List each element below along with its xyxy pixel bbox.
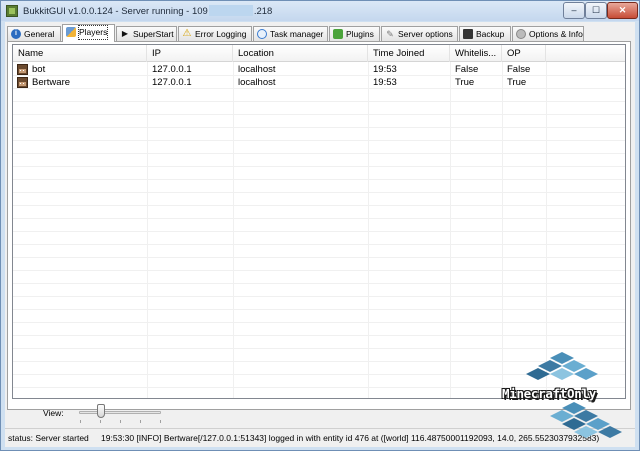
title-bar[interactable]: BukkitGUI v1.0.0.124 - Server running - … xyxy=(1,1,639,21)
redacted-ip-block xyxy=(208,5,253,16)
column-header-op[interactable]: OP xyxy=(502,45,546,62)
warning-icon: ⚠ xyxy=(182,28,192,39)
row-gridline xyxy=(13,231,625,232)
row-gridline xyxy=(13,153,625,154)
tab-strip: i General Players ▶ SuperStart ⚠ Error L… xyxy=(7,24,633,42)
column-header-ip[interactable]: IP xyxy=(147,45,233,62)
row-gridline xyxy=(13,140,625,141)
tab-server-options[interactable]: ✎ Server options xyxy=(381,26,458,41)
tab-general[interactable]: i General xyxy=(7,26,61,41)
task-icon xyxy=(257,29,267,39)
tab-label: Error Logging xyxy=(195,29,247,39)
row-gridline xyxy=(13,335,625,336)
row-gridline xyxy=(13,101,625,102)
player-avatar-icon xyxy=(17,77,28,88)
slider-tick xyxy=(80,420,81,423)
close-button[interactable]: ✕ xyxy=(607,2,638,19)
tab-label: Backup xyxy=(476,29,505,39)
minimize-button[interactable]: – xyxy=(563,2,585,19)
tab-players[interactable]: Players xyxy=(62,24,115,42)
row-gridline xyxy=(13,205,625,206)
status-bar: status: Server started 19:53:30 [INFO] B… xyxy=(5,428,635,447)
window-title: BukkitGUI v1.0.0.124 - Server running - … xyxy=(23,5,272,17)
row-gridline xyxy=(13,309,625,310)
row-gridline xyxy=(13,75,625,76)
tab-label: Plugins xyxy=(346,29,374,39)
column-header-time-joined[interactable]: Time Joined xyxy=(368,45,450,62)
view-label: View: xyxy=(43,408,64,418)
watermark-text: MinecraftOnly xyxy=(502,386,596,401)
row-gridline xyxy=(13,257,625,258)
window-title-suffix: .218 xyxy=(253,6,273,17)
view-slider-thumb[interactable] xyxy=(97,404,105,418)
row-gridline xyxy=(13,270,625,271)
tab-backup[interactable]: Backup xyxy=(459,26,511,41)
players-tab-panel: Name IP Location Time Joined Whitelis...… xyxy=(7,41,631,410)
tab-task-manager[interactable]: Task manager xyxy=(253,26,328,41)
tab-superstart[interactable]: ▶ SuperStart xyxy=(116,26,177,41)
tab-error-logging[interactable]: ⚠ Error Logging xyxy=(178,26,252,41)
column-header-name[interactable]: Name xyxy=(13,45,147,62)
row-gridline xyxy=(13,114,625,115)
row-gridline xyxy=(13,127,625,128)
slider-tick xyxy=(120,420,121,423)
gear-icon xyxy=(516,29,526,39)
players-list[interactable]: Name IP Location Time Joined Whitelis...… xyxy=(12,44,626,399)
row-gridline xyxy=(13,374,625,375)
row-gridline xyxy=(13,244,625,245)
tab-label: General xyxy=(24,29,55,39)
row-gridline xyxy=(13,348,625,349)
row-gridline xyxy=(13,361,625,362)
row-gridline xyxy=(13,88,625,89)
column-header-whitelisted[interactable]: Whitelis... xyxy=(450,45,502,62)
slider-tick xyxy=(160,420,161,423)
player-avatar-icon xyxy=(17,64,28,75)
info-icon: i xyxy=(11,29,21,39)
client-area: i General Players ▶ SuperStart ⚠ Error L… xyxy=(5,22,635,447)
wrench-icon: ✎ xyxy=(386,29,394,39)
slider-tick xyxy=(140,420,141,423)
window-title-prefix: BukkitGUI v1.0.0.124 - Server running - … xyxy=(23,6,208,17)
tab-plugins[interactable]: Plugins xyxy=(329,26,380,41)
column-header-location[interactable]: Location xyxy=(233,45,368,62)
view-slider-track[interactable] xyxy=(79,411,161,414)
row-gridline xyxy=(13,218,625,219)
tab-label: Options & Info xyxy=(529,29,583,39)
players-list-header: Name IP Location Time Joined Whitelis...… xyxy=(13,45,625,62)
tab-label: Task manager xyxy=(270,29,324,39)
plugin-icon xyxy=(333,29,343,39)
maximize-button[interactable]: ☐ xyxy=(585,2,607,19)
row-gridline xyxy=(13,192,625,193)
slider-tick xyxy=(100,420,101,423)
status-log-line: 19:53:30 [INFO] Bertware[/127.0.0.1:5134… xyxy=(101,433,600,443)
players-icon xyxy=(66,27,76,37)
row-gridline xyxy=(13,283,625,284)
row-gridline xyxy=(13,179,625,180)
row-gridline xyxy=(13,322,625,323)
app-window: BukkitGUI v1.0.0.124 - Server running - … xyxy=(0,0,640,451)
row-gridline xyxy=(13,296,625,297)
tab-options-info[interactable]: Options & Info xyxy=(512,26,584,41)
tab-label: SuperStart xyxy=(133,29,174,39)
status-text: status: Server started xyxy=(8,433,89,443)
play-icon: ▶ xyxy=(121,29,129,38)
app-icon xyxy=(6,5,18,17)
tab-label: Server options xyxy=(398,29,453,39)
row-gridline xyxy=(13,166,625,167)
backup-icon xyxy=(463,29,473,39)
tab-label: Players xyxy=(77,25,109,40)
